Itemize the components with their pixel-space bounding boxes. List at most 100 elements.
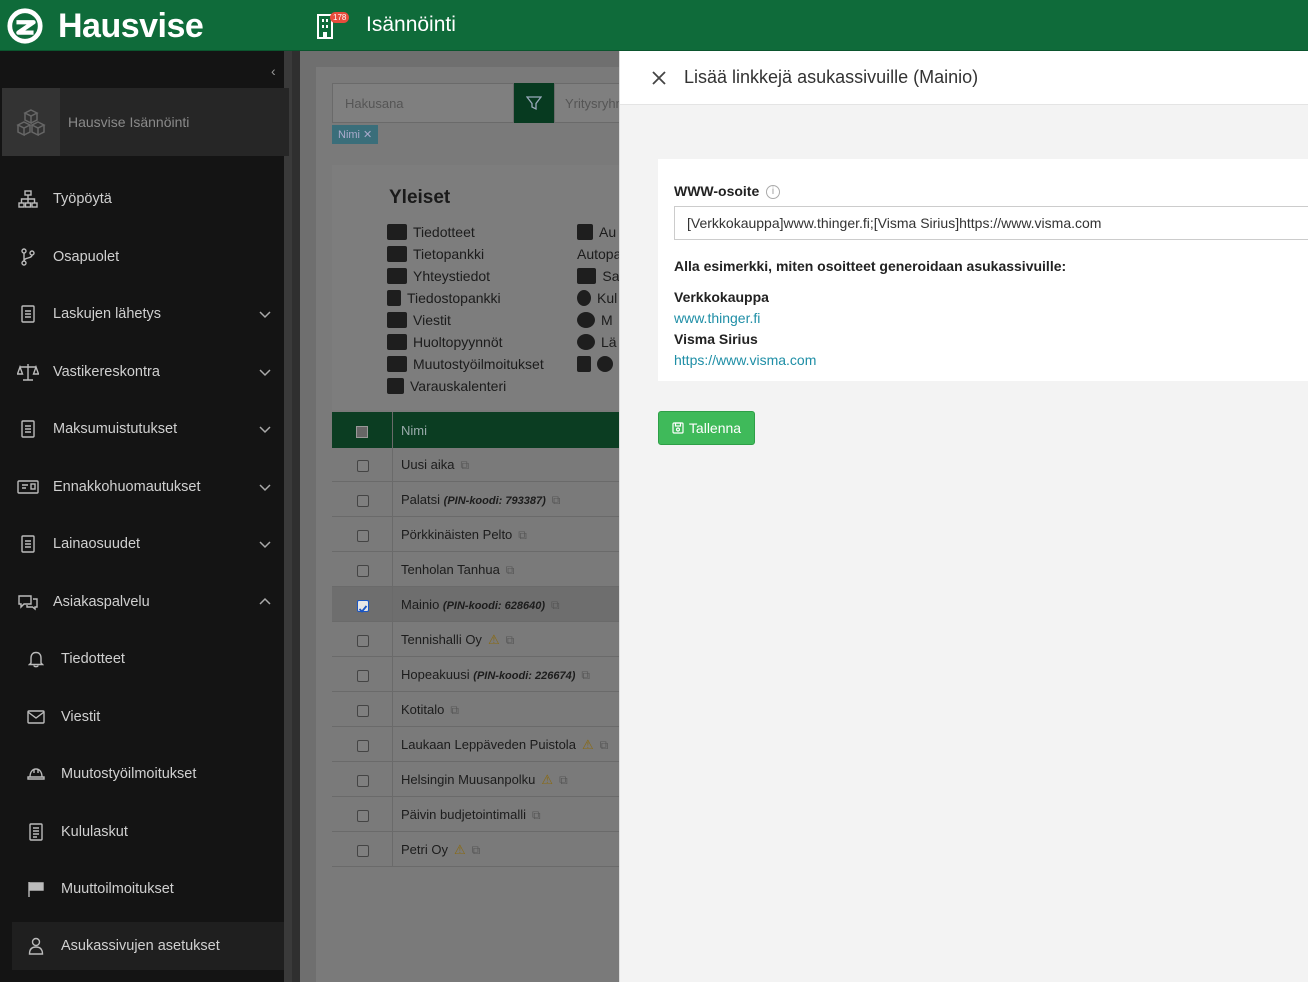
yleiset-item[interactable]: Huoltopyynnöt [387,334,503,350]
row-name-text: Uusi aika [401,457,455,472]
yleiset-item[interactable]: Muutostyöilmoitukset [387,356,544,372]
organization-name: Hausvise Isännöinti [68,114,190,130]
sidebar-item-maksumuistutukset[interactable]: Maksumuistutukset [0,407,284,451]
row-checkbox[interactable] [357,600,369,613]
row-name[interactable]: Päivin budjetointimalli ⧉ [401,807,541,823]
table-row[interactable]: Hopeakuusi (PIN-koodi: 226674) ⧉ [332,657,620,692]
row-checkbox[interactable] [357,670,369,682]
www-address-input[interactable] [674,206,1308,240]
sidebar-item-ennakkohuomautukset[interactable]: Ennakkohuomautukset [0,465,284,509]
external-link-icon[interactable]: ⧉ [506,563,515,577]
sidebar-item-muuttoilmoitukset[interactable]: Muuttoilmoitukset [0,867,284,911]
yleiset-item[interactable]: Lä [577,334,619,350]
table-row[interactable]: Päivin budjetointimalli ⧉ [332,797,620,832]
sidebar-item-tyopoyta[interactable]: Työpöytä [0,177,284,221]
yleiset-item[interactable]: Au [577,224,619,240]
scale-icon [17,361,39,383]
row-name[interactable]: Tenholan Tanhua ⧉ [401,562,514,578]
receipt-icon [25,821,47,843]
external-link-icon[interactable]: ⧉ [600,738,609,752]
row-name[interactable]: Mainio (PIN-koodi: 628640) ⧉ [401,597,560,613]
yleiset-item[interactable]: M [577,312,619,328]
row-checkbox[interactable] [357,495,369,507]
row-name[interactable]: Petri Oy ⚠ ⧉ [401,842,480,858]
top-bar: Hausvise 178 Isännöinti [0,0,1308,51]
row-name[interactable]: Uusi aika ⧉ [401,457,469,473]
sidebar-item-lainaosuudet[interactable]: Lainaosuudet [0,522,284,566]
filter-tag[interactable]: Nimi ✕ [332,125,379,144]
table-row[interactable]: Tenholan Tanhua ⧉ [332,552,620,587]
row-name[interactable]: Kotitalo ⧉ [401,702,459,718]
yleiset-item[interactable]: Kul [577,290,619,306]
sidebar-item-viestit[interactable]: Viestit [0,695,284,739]
table-row[interactable]: Mainio (PIN-koodi: 628640) ⧉ [332,587,620,622]
column-header-name[interactable]: Nimi [401,423,427,438]
table-row[interactable]: Tennishalli Oy ⚠ ⧉ [332,622,620,657]
external-link-icon[interactable]: ⧉ [552,493,561,507]
example-link[interactable]: www.thinger.fi [674,310,760,326]
row-checkbox[interactable] [357,460,369,472]
table-row[interactable]: Helsingin Muusanpolku ⚠ ⧉ [332,762,620,797]
table-row[interactable]: Palatsi (PIN-koodi: 793387) ⧉ [332,482,620,517]
yleiset-item[interactable]: Yhteystiedot [387,268,490,284]
table-row[interactable]: Kotitalo ⧉ [332,692,620,727]
row-checkbox[interactable] [357,810,369,822]
sidebar-item-osapuolet[interactable]: Osapuolet [0,235,284,279]
row-checkbox[interactable] [357,705,369,717]
external-link-icon[interactable]: ⧉ [559,773,568,787]
yleiset-item[interactable]: Varauskalenteri [387,378,506,394]
external-link-icon[interactable]: ⧉ [450,703,459,717]
sidebar-item-asiakaspalvelu[interactable]: Asiakaspalvelu [0,580,284,624]
company-group-select[interactable]: Yritysryhmä [554,83,620,123]
brand-name: Hausvise [58,6,204,45]
collapse-sidebar-icon[interactable]: ‹ [271,63,276,79]
row-checkbox[interactable] [357,530,369,542]
row-name[interactable]: Pörkkinäisten Pelto ⧉ [401,527,527,543]
external-link-icon[interactable]: ⧉ [506,633,515,647]
search-input[interactable]: Hakusana [332,83,514,123]
row-checkbox[interactable] [357,845,369,857]
yleiset-item[interactable]: Viestit [387,312,451,328]
table-row[interactable]: Petri Oy ⚠ ⧉ [332,832,620,867]
select-all-checkbox[interactable] [356,426,368,438]
yleiset-item[interactable]: Tiedotteet [387,224,475,240]
www-field-label: WWW-osoite [674,183,760,199]
info-icon[interactable]: i [766,185,780,199]
sidebar-item-tiedotteet[interactable]: Tiedotteet [0,637,284,681]
external-link-icon[interactable]: ⧉ [551,598,560,612]
row-checkbox[interactable] [357,740,369,752]
external-link-icon[interactable]: ⧉ [460,458,469,472]
table-row[interactable]: Uusi aika ⧉ [332,447,620,482]
row-name[interactable]: Laukaan Leppäveden Puistola ⚠ ⧉ [401,737,608,753]
external-link-icon[interactable]: ⧉ [472,843,481,857]
row-name[interactable]: Tennishalli Oy ⚠ ⧉ [401,632,514,648]
save-button[interactable]: Tallenna [658,411,755,445]
sidebar-item-kululaskut[interactable]: Kululaskut [0,810,284,854]
external-link-icon[interactable]: ⧉ [581,668,590,682]
row-checkbox[interactable] [357,635,369,647]
table-row[interactable]: Pörkkinäisten Pelto ⧉ [332,517,620,552]
yleiset-item[interactable]: Sa [577,268,619,284]
sidebar-item-laskujen-lahetys[interactable]: Laskujen lähetys [0,292,284,336]
brand-logo[interactable]: Hausvise [6,6,204,46]
yleiset-item[interactable]: Autopa [577,246,619,262]
sidebar-item-muutostyoilmoitukset[interactable]: Muutostyöilmoitukset [0,752,284,796]
filter-button[interactable] [514,83,554,123]
sidebar-item-vastikereskontra[interactable]: Vastikereskontra [0,350,284,394]
yleiset-item[interactable]: Tiedostopankki [387,290,501,306]
row-name[interactable]: Palatsi (PIN-koodi: 793387) ⧉ [401,492,560,508]
sidebar-item-asukassivujen-asetukset[interactable]: Asukassivujen asetukset [12,922,284,970]
table-row[interactable]: Laukaan Leppäveden Puistola ⚠ ⧉ [332,727,620,762]
yleiset-item[interactable]: Tietopankki [387,246,484,262]
organization-switcher[interactable]: Hausvise Isännöinti [2,88,289,156]
yleiset-item[interactable] [577,356,619,372]
yleiset-title: Yleiset [389,187,451,208]
external-link-icon[interactable]: ⧉ [518,528,527,542]
row-checkbox[interactable] [357,565,369,577]
row-name[interactable]: Hopeakuusi (PIN-koodi: 226674) ⧉ [401,667,590,683]
example-link[interactable]: https://www.visma.com [674,352,816,368]
row-name[interactable]: Helsingin Muusanpolku ⚠ ⧉ [401,772,568,788]
row-checkbox[interactable] [357,775,369,787]
external-link-icon[interactable]: ⧉ [532,808,541,822]
close-icon[interactable] [650,69,668,87]
